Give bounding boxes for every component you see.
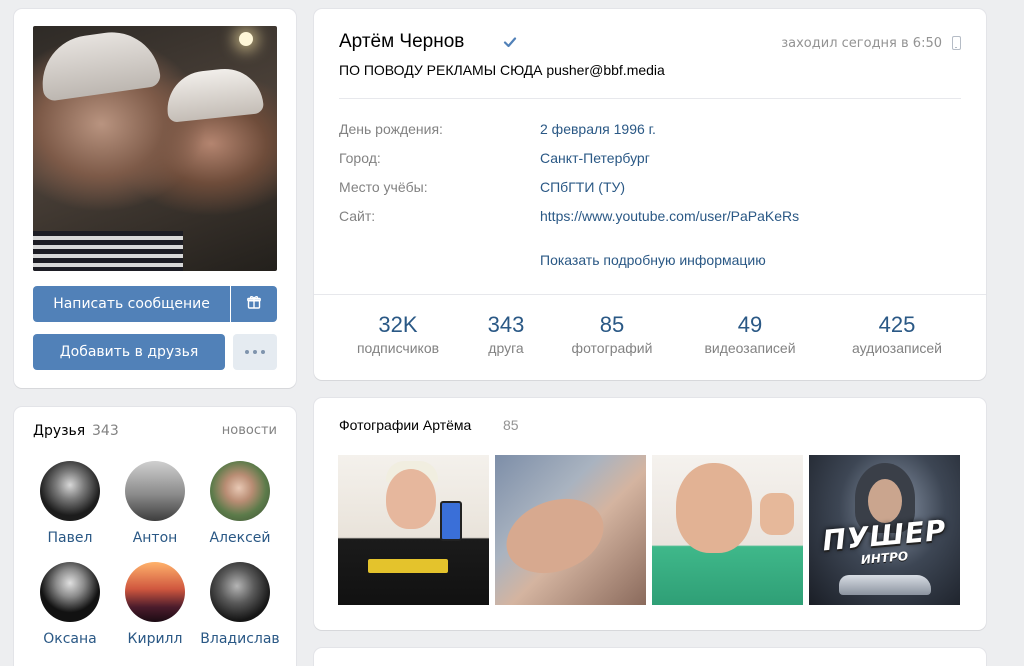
education-value[interactable]: СПбГТИ (ТУ) [540, 179, 625, 195]
birthday-value[interactable]: 2 февраля 1996 г. [540, 121, 656, 137]
photo-thumbnail[interactable] [652, 455, 803, 605]
counter-value: 425 [878, 312, 916, 337]
photos-title[interactable]: Фотографии Артёма [339, 417, 471, 433]
education-label: Место учёбы: [339, 179, 428, 195]
friends-block: Друзья 343 новости Павел Антон Алексей О… [14, 407, 296, 666]
striped-shirt [33, 231, 183, 271]
friend-item[interactable]: Алексей [197, 461, 283, 546]
photos-count: 85 [503, 417, 519, 433]
profile-status: ПО ПОВОДУ РЕКЛАМЫ СЮДА pusher@bbf.media [339, 62, 665, 78]
friend-name[interactable]: Антон [112, 530, 198, 546]
friend-name[interactable]: Кирилл [112, 631, 198, 647]
photo-phone-shape [440, 501, 462, 541]
street-light [239, 32, 253, 46]
profile-photo[interactable] [33, 26, 277, 271]
friend-avatar[interactable] [40, 562, 100, 622]
counter-label: друга [488, 340, 524, 356]
more-dots-icon [245, 350, 265, 354]
photo-face-shape [386, 469, 436, 529]
photo-car-shape [839, 575, 931, 595]
friends-count: 343 [92, 423, 119, 439]
profile-avatar-card: Написать сообщение Добавить в друзья [14, 9, 296, 388]
counter-friends[interactable]: 343 друга [466, 312, 546, 356]
photo-shirt-logo [368, 559, 448, 573]
friend-item[interactable]: Антон [112, 461, 198, 546]
counter-photos[interactable]: 85 фотографий [559, 312, 665, 356]
photos-block: Фотографии Артёма 85 ПУШЕР ИНТРО [314, 398, 986, 630]
counter-label: видеозаписей [704, 340, 796, 356]
add-friend-button[interactable]: Добавить в друзья [33, 334, 225, 370]
verified-check-icon[interactable] [502, 34, 518, 50]
gift-icon [247, 295, 261, 313]
friend-avatar[interactable] [125, 562, 185, 622]
photo-face-shape [868, 479, 902, 523]
birthday-label: День рождения: [339, 121, 443, 137]
friend-avatar[interactable] [210, 461, 270, 521]
friend-name[interactable]: Владислав [197, 631, 283, 647]
counter-value: 49 [737, 312, 763, 337]
friend-item[interactable]: Павел [27, 461, 113, 546]
last-seen-text: заходил сегодня в 6:50 [781, 36, 942, 51]
friend-avatar[interactable] [125, 461, 185, 521]
photo-face-shape [496, 486, 614, 586]
more-actions-button[interactable] [233, 334, 277, 370]
show-more-info-link[interactable]: Показать подробную информацию [540, 252, 766, 268]
counter-videos[interactable]: 49 видеозаписей [689, 312, 811, 356]
counter-label: подписчиков [356, 340, 440, 356]
friend-avatar[interactable] [210, 562, 270, 622]
counter-followers[interactable]: 32K подписчиков [342, 312, 454, 356]
friends-news-link[interactable]: новости [222, 423, 277, 438]
friend-name[interactable]: Оксана [27, 631, 113, 647]
photo-thumbnail[interactable]: ПУШЕР ИНТРО [809, 455, 960, 605]
counter-value: 32K [378, 312, 418, 337]
photo-fist-shape [760, 493, 794, 535]
counter-audio[interactable]: 425 аудиозаписей [836, 312, 958, 356]
write-message-button[interactable]: Написать сообщение [33, 286, 230, 322]
friend-avatar[interactable] [40, 461, 100, 521]
friend-name[interactable]: Павел [27, 530, 113, 546]
friend-item[interactable]: Оксана [27, 562, 113, 647]
counter-value: 343 [487, 312, 525, 337]
city-label: Город: [339, 150, 381, 166]
profile-name: Артём Чернов [339, 31, 465, 52]
divider [339, 98, 961, 99]
cap-shape [163, 65, 265, 123]
friend-item[interactable]: Владислав [197, 562, 283, 647]
photo-thumbnail[interactable] [495, 455, 646, 605]
photo-face-shape [676, 463, 752, 553]
website-label: Сайт: [339, 208, 376, 224]
divider [314, 294, 986, 295]
city-value[interactable]: Санкт-Петербург [540, 150, 650, 166]
friend-item[interactable]: Кирилл [112, 562, 198, 647]
friends-title[interactable]: Друзья [33, 423, 85, 439]
counter-label: фотографий [571, 340, 653, 356]
add-friend-label: Добавить в друзья [59, 344, 199, 360]
write-message-label: Написать сообщение [53, 296, 210, 312]
counter-label: аудиозаписей [852, 340, 942, 356]
profile-info-card: Артём Чернов заходил сегодня в 6:50 ПО П… [314, 9, 986, 380]
friend-name[interactable]: Алексей [197, 530, 283, 546]
send-gift-button[interactable] [231, 286, 277, 322]
cap-shape [36, 26, 162, 102]
next-block [314, 648, 986, 666]
mobile-phone-icon [952, 36, 961, 50]
website-link[interactable]: https://www.youtube.com/user/PaPaKeRs [540, 208, 799, 224]
counter-value: 85 [599, 312, 625, 337]
photo-thumbnail[interactable] [338, 455, 489, 605]
